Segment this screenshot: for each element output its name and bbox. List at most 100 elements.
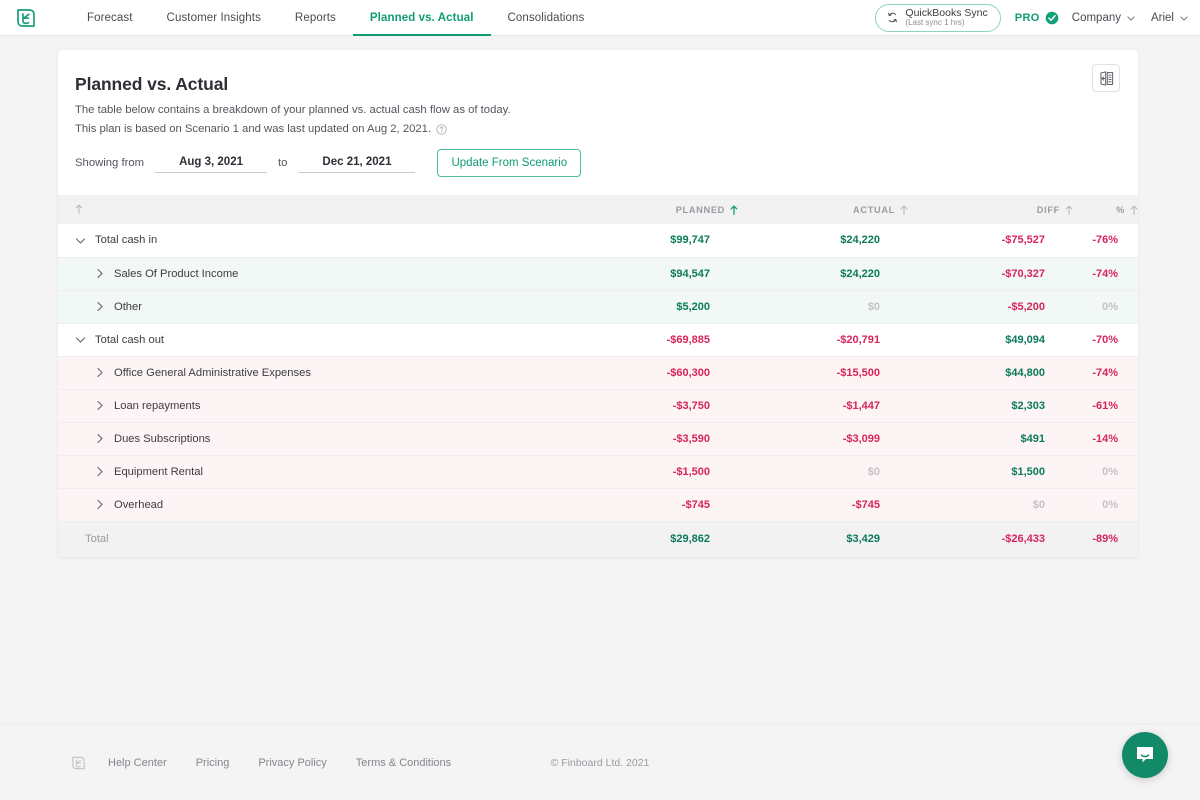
chevron-right-icon[interactable] <box>94 400 105 411</box>
arrow-up-icon <box>730 204 738 215</box>
chevron-down-icon[interactable] <box>75 334 86 345</box>
company-menu[interactable]: Company <box>1072 12 1135 24</box>
user-menu-label: Ariel <box>1150 12 1174 24</box>
chevron-right-icon[interactable] <box>94 301 105 312</box>
cell-actual: -$3,099 <box>738 422 908 456</box>
company-menu-label: Company <box>1071 12 1121 24</box>
chevron-right-icon[interactable] <box>94 466 105 477</box>
nav-right-controls: QuickBooks Sync (Last sync 1 hrs) PRO Co… <box>875 0 1188 36</box>
cell-diff: -$70,327 <box>908 257 1073 291</box>
nav-link-forecast[interactable]: Forecast <box>70 0 150 36</box>
chevron-down-icon[interactable] <box>75 235 86 246</box>
table-body: Total cash in $99,747 $24,220 -$75,527 -76% S… <box>58 224 1138 557</box>
chevron-right-icon[interactable] <box>94 367 105 378</box>
nav-link-customer-insights[interactable]: Customer Insights <box>150 0 278 36</box>
column-header-actual[interactable]: ACTUAL <box>738 195 908 224</box>
chat-support-button[interactable] <box>1122 732 1168 778</box>
nav-link-consolidations[interactable]: Consolidations <box>491 0 602 36</box>
cell-diff: -$75,527 <box>908 224 1073 258</box>
footer-link-privacy-policy[interactable]: Privacy Policy <box>258 757 326 769</box>
table-row[interactable]: Sales Of Product Income $94,547 $24,220 -$7… <box>58 257 1138 291</box>
cell-diff: -$5,200 <box>908 290 1073 324</box>
cell-actual: -$1,447 <box>738 389 908 423</box>
card-description-line-2: This plan is based on Scenario 1 and was… <box>75 123 1110 135</box>
cell-planned: -$3,750 <box>558 389 738 423</box>
chevron-right-icon[interactable] <box>94 433 105 444</box>
column-header-diff[interactable]: DIFF <box>908 195 1073 224</box>
cell-actual: $24,220 <box>738 224 908 258</box>
cell-actual: -$745 <box>738 488 908 522</box>
cell-planned: $99,747 <box>558 224 738 258</box>
cell-planned: -$745 <box>558 488 738 522</box>
cell-planned: $94,547 <box>558 257 738 291</box>
cell-actual: $24,220 <box>738 257 908 291</box>
cell-percent: 0% <box>1073 290 1138 324</box>
export-panel-button[interactable] <box>1092 64 1120 92</box>
user-menu[interactable]: Ariel <box>1151 12 1188 24</box>
finboard-leaf-logo <box>72 756 85 769</box>
table-row-total[interactable]: Total $29,862 $3,429 -$26,433 -89% <box>58 521 1138 557</box>
card-description-line-1: The table below contains a breakdown of … <box>75 104 1110 116</box>
footer-link-pricing[interactable]: Pricing <box>196 757 230 769</box>
cell-actual: $0 <box>738 455 908 489</box>
date-from-input[interactable]: Aug 3, 2021 <box>155 153 267 173</box>
table-row[interactable]: Overhead -$745 -$745 $0 0% <box>58 488 1138 522</box>
arrow-up-icon <box>900 205 908 215</box>
chevron-down-icon <box>1180 15 1188 21</box>
cell-diff: $49,094 <box>908 323 1073 357</box>
row-label: Overhead <box>114 498 164 511</box>
main-nav-links: Forecast Customer Insights Reports Plann… <box>70 0 601 36</box>
quickbooks-sync-button[interactable]: QuickBooks Sync (Last sync 1 hrs) <box>875 3 1001 33</box>
finboard-leaf-logo[interactable] <box>14 6 38 30</box>
cell-diff: $1,500 <box>908 455 1073 489</box>
to-label: to <box>278 157 288 169</box>
table-row[interactable]: Office General Administrative Expenses -$… <box>58 356 1138 390</box>
quickbooks-sync-subtitle: (Last sync 1 hrs) <box>905 18 965 28</box>
nav-link-reports[interactable]: Reports <box>278 0 353 36</box>
row-label: Other <box>114 300 142 313</box>
export-panel-icon <box>1099 70 1113 86</box>
table-row[interactable]: Equipment Rental -$1,500 $0 $1,500 0% <box>58 455 1138 489</box>
planned-vs-actual-card: Planned vs. Actual The table below conta… <box>58 50 1138 557</box>
cell-percent: -74% <box>1073 356 1138 390</box>
cell-planned: -$1,500 <box>558 455 738 489</box>
footer-link-help-center[interactable]: Help Center <box>108 757 167 769</box>
row-label: Total cash out <box>95 333 165 346</box>
description-text-1: The table below contains a breakdown of … <box>75 104 511 116</box>
column-header-actual-label: ACTUAL <box>853 204 895 215</box>
row-name-cell: Total cash in <box>58 224 558 258</box>
cell-percent: -74% <box>1073 257 1138 291</box>
table-row[interactable]: Total cash in $99,747 $24,220 -$75,527 -76% <box>58 224 1138 258</box>
table-row[interactable]: Dues Subscriptions -$3,590 -$3,099 $491 -14% <box>58 422 1138 456</box>
cell-planned: $29,862 <box>670 533 710 546</box>
table-row[interactable]: Other $5,200 $0 -$5,200 0% <box>58 290 1138 324</box>
arrow-up-icon <box>75 204 83 214</box>
help-circle-icon[interactable] <box>436 123 447 135</box>
cell-actual: $0 <box>738 290 908 324</box>
chevron-right-icon[interactable] <box>94 499 105 510</box>
showing-from-label: Showing from <box>75 157 145 169</box>
cell-planned: -$60,300 <box>558 356 738 390</box>
sync-refresh-icon <box>888 13 898 23</box>
nav-link-planned-vs-actual[interactable]: Planned vs. Actual <box>353 0 491 36</box>
table-row[interactable]: Loan repayments -$3,750 -$1,447 $2,303 -61% <box>58 389 1138 423</box>
table-row[interactable]: Total cash out -$69,885 -$20,791 $49,094 -70… <box>58 323 1138 357</box>
row-name-cell: Total <box>58 521 558 557</box>
chevron-right-icon[interactable] <box>94 268 105 279</box>
column-header-planned[interactable]: PLANNED <box>558 195 738 224</box>
row-name-cell: Loan repayments <box>58 389 558 423</box>
pro-badge: PRO <box>1014 12 1040 24</box>
footer-link-terms-conditions[interactable]: Terms & Conditions <box>356 757 451 769</box>
cell-percent: -89% <box>1092 533 1118 546</box>
column-header-percent[interactable]: % <box>1073 195 1138 224</box>
column-header-diff-label: DIFF <box>1036 204 1060 215</box>
update-from-scenario-button[interactable]: Update From Scenario <box>437 149 582 177</box>
date-to-input[interactable]: Dec 21, 2021 <box>298 153 416 173</box>
planned-vs-actual-table: PLANNED ACTUAL DIFF % Total cash in $99,… <box>58 195 1138 557</box>
column-header-name[interactable] <box>58 195 558 224</box>
row-name-cell: Dues Subscriptions <box>58 422 558 456</box>
cell-actual: $3,429 <box>846 533 880 546</box>
cell-percent: 0% <box>1073 488 1138 522</box>
cell-diff: $2,303 <box>908 389 1073 423</box>
cell-percent: 0% <box>1073 455 1138 489</box>
